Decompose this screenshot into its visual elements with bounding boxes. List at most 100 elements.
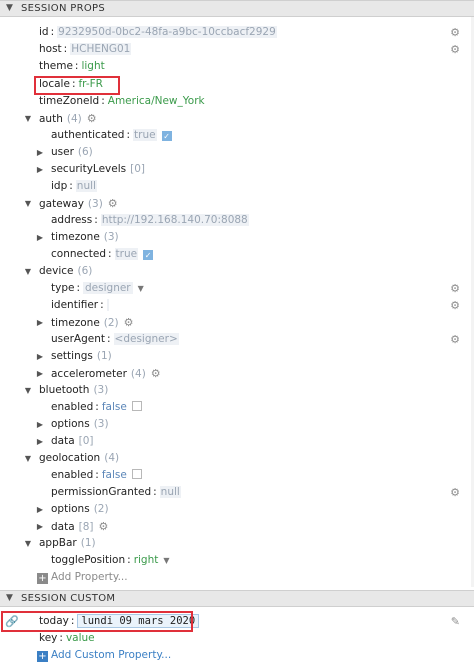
checkbox-checked[interactable]: ✓ [143,250,154,260]
prop-row-host[interactable]: host: HCHENG01 ⚙ [0,41,474,58]
gear-icon[interactable]: ⚙ [450,24,460,41]
gear-icon[interactable]: ⚙ [450,331,460,348]
prop-row-auth[interactable]: ▼ auth (4) ⚙ [0,110,474,127]
prop-row-user[interactable]: ▶ user (6) [0,144,474,161]
checkbox-unchecked[interactable] [131,401,142,411]
chevron-down-icon[interactable]: ▼ [6,3,13,13]
session-props-header[interactable]: ▼ SESSION PROPS [0,0,474,17]
edit-icon[interactable]: ✎ [451,613,460,630]
caret-right-icon[interactable]: ▶ [35,416,45,433]
caret-right-icon[interactable]: ▶ [35,518,45,535]
prop-row-geo-data[interactable]: ▶ data [8] ⚙ [0,518,474,535]
checkbox-checked[interactable]: ✓ [161,131,172,141]
session-custom-header[interactable]: ▼ SESSION CUSTOM [0,590,474,607]
prop-row-address[interactable]: address: http://192.168.140.70:8088 [0,212,474,229]
prop-row-toggleposition[interactable]: togglePosition: right ▼ [0,552,474,569]
chevron-down-icon[interactable]: ▼ [6,593,13,603]
prop-row-type[interactable]: type: designer ▼ ⚙ [0,280,474,297]
prop-value[interactable]: false [102,401,127,413]
prop-value[interactable]: 9232950d-0bc2-48fa-a9bc-10ccbacf2929 [57,26,277,38]
caret-right-icon[interactable]: ▶ [35,161,45,178]
chevron-down-icon[interactable]: ▼ [23,263,33,280]
gear-icon[interactable]: ⚙ [124,314,134,331]
prop-value[interactable]: null [159,486,181,498]
caret-right-icon[interactable]: ▶ [35,229,45,246]
prop-value[interactable]: value [66,632,95,644]
prop-row-id[interactable]: id:9232950d-0bc2-48fa-a9bc-10ccbacf2929 … [0,24,474,41]
prop-key: data [51,521,75,533]
gear-icon[interactable]: ⚙ [99,518,109,535]
prop-row-geolocation[interactable]: ▼ geolocation (4) [0,450,474,467]
gear-icon[interactable]: ⚙ [450,280,460,297]
add-custom-property-label[interactable]: Add Custom Property... [51,649,171,661]
prop-row-bt-enabled[interactable]: enabled: false [0,399,474,416]
prop-row-gateway[interactable]: ▼ gateway (3) ⚙ [0,195,474,212]
chevron-down-icon[interactable]: ▼ [23,382,33,399]
chevron-down-icon[interactable]: ▼ [23,195,33,212]
prop-key: idp [51,180,68,192]
gear-icon[interactable]: ⚙ [450,297,460,314]
prop-value[interactable]: null [75,180,97,192]
plus-icon[interactable]: + [37,651,48,662]
child-count: [8] [78,521,94,533]
prop-row-connected[interactable]: connected: true ✓ [0,246,474,263]
caret-right-icon[interactable]: ▶ [35,144,45,161]
prop-value[interactable]: true [114,248,139,260]
prop-row-useragent[interactable]: userAgent: <designer> ⚙ [0,331,474,348]
prop-row-theme[interactable]: theme: light [0,58,474,75]
prop-row-timezoneid[interactable]: timeZoneId: America/New_York [0,93,474,110]
prop-row-gateway-timezone[interactable]: ▶ timezone (3) [0,229,474,246]
prop-row-device-timezone[interactable]: ▶ timezone (2) ⚙ [0,314,474,331]
prop-row-authenticated[interactable]: authenticated: true ✓ [0,127,474,144]
child-count: (2) [103,317,119,329]
prop-row-idp[interactable]: idp: null [0,178,474,195]
add-property-label[interactable]: Add Property... [51,571,128,583]
prop-value[interactable]: America/New_York [108,95,205,107]
caret-right-icon[interactable]: ▶ [35,433,45,450]
caret-right-icon[interactable]: ▶ [35,314,45,331]
add-property-link[interactable]: + Add Property... [0,569,474,586]
prop-row-geo-enabled[interactable]: enabled: false [0,467,474,484]
prop-value[interactable]: <designer> [113,333,179,345]
child-count: (1) [80,537,96,549]
prop-value[interactable]: http://192.168.140.70:8088 [100,214,249,226]
chevron-down-icon[interactable]: ▼ [23,450,33,467]
prop-row-securitylevels[interactable]: ▶ securityLevels [0] [0,161,474,178]
prop-row-appbar[interactable]: ▼ appBar (1) [0,535,474,552]
prop-value[interactable]: light [81,60,104,72]
prop-row-device[interactable]: ▼ device (6) [0,263,474,280]
chevron-down-icon[interactable]: ▼ [163,556,169,565]
prop-key: options [51,503,90,515]
prop-row-bluetooth[interactable]: ▼ bluetooth (3) [0,382,474,399]
prop-row-identifier[interactable]: identifier: ⚙ [0,297,474,314]
gear-icon[interactable]: ⚙ [87,110,97,127]
plus-icon[interactable]: + [37,573,48,584]
caret-right-icon[interactable]: ▶ [35,365,45,382]
gear-icon[interactable]: ⚙ [108,195,118,212]
prop-row-settings[interactable]: ▶ settings (1) [0,348,474,365]
prop-key: timezone [51,231,100,243]
chevron-down-icon[interactable]: ▼ [23,110,33,127]
gear-icon[interactable]: ⚙ [450,41,460,58]
caret-right-icon[interactable]: ▶ [35,501,45,518]
chevron-down-icon[interactable]: ▼ [138,284,144,293]
toggle-position-dropdown[interactable]: right [134,554,159,566]
prop-value[interactable]: true [133,129,157,141]
prop-row-bt-data[interactable]: ▶ data [0] [0,433,474,450]
prop-row-permissiongranted[interactable]: permissionGranted: null ⚙ [0,484,474,501]
gear-icon[interactable]: ⚙ [151,365,161,382]
prop-key: key [39,632,58,644]
prop-value[interactable]: false [102,469,127,481]
prop-row-geo-options[interactable]: ▶ options (2) [0,501,474,518]
prop-value[interactable]: HCHENG01 [70,43,132,55]
gear-icon[interactable]: ⚙ [450,484,460,501]
prop-value[interactable] [106,299,109,311]
add-custom-property-link[interactable]: + Add Custom Property... [0,647,474,664]
caret-right-icon[interactable]: ▶ [35,348,45,365]
type-dropdown[interactable]: designer [83,282,133,294]
custom-row-key[interactable]: key: value [0,630,474,647]
chevron-down-icon[interactable]: ▼ [23,535,33,552]
checkbox-unchecked[interactable] [131,469,142,479]
prop-row-accelerometer[interactable]: ▶ accelerometer (4) ⚙ [0,365,474,382]
prop-row-bt-options[interactable]: ▶ options (3) [0,416,474,433]
